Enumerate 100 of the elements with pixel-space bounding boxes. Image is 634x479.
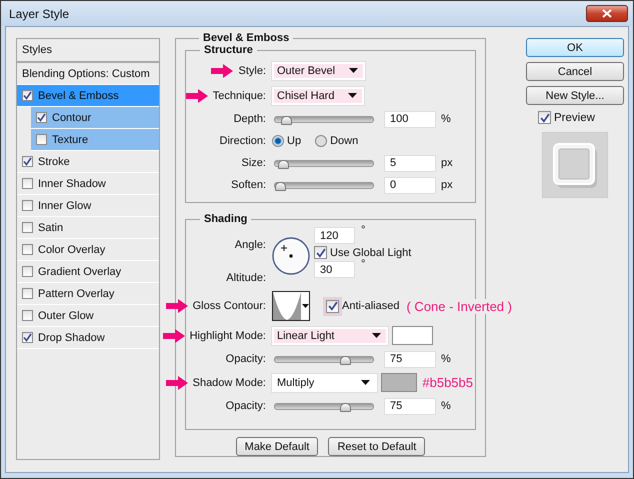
checkbox[interactable] <box>22 178 33 189</box>
close-icon <box>602 9 612 18</box>
field-label: Highlight Mode: <box>190 330 266 342</box>
angle-dial[interactable] <box>272 237 310 275</box>
color-swatch[interactable] <box>380 373 418 392</box>
slider-thumb[interactable] <box>340 402 350 412</box>
field-label: Altitude: <box>226 272 266 284</box>
field-label: Style: <box>238 64 266 76</box>
caret-icon <box>349 68 358 73</box>
radio-button[interactable]: Down <box>315 135 358 147</box>
field-label: Shadow Mode: <box>192 376 266 388</box>
style-preview <box>542 132 608 198</box>
unit-label: ° <box>361 224 366 236</box>
style-list-item[interactable]: Bevel & Emboss <box>17 85 159 107</box>
unit-label: px <box>441 179 453 191</box>
panel-header: Styles <box>22 44 52 56</box>
slider-track[interactable] <box>274 356 374 362</box>
unit-label: ° <box>361 258 366 270</box>
window-title: Layer Style <box>9 6 70 20</box>
caret-icon <box>372 333 381 338</box>
group-title: Bevel & Emboss <box>202 32 290 44</box>
checkbox[interactable] <box>22 332 33 343</box>
check-icon <box>540 112 550 122</box>
style-list-item[interactable]: Pattern Overlay <box>17 283 159 305</box>
check-icon <box>37 113 46 122</box>
input-field[interactable]: 5 <box>384 154 436 172</box>
dialog-button[interactable]: Make Default <box>236 437 318 456</box>
checkbox-label[interactable]: Use Global Light <box>314 246 412 259</box>
style-list-item[interactable]: Color Overlay <box>17 239 159 261</box>
annotation-text: #b5b5b5 <box>422 375 475 390</box>
slider-track[interactable] <box>274 182 374 188</box>
checkbox[interactable] <box>22 222 33 233</box>
style-list-item[interactable]: Drop Shadow <box>17 327 159 349</box>
caret-icon <box>348 93 358 98</box>
check-icon <box>316 248 326 258</box>
unit-label: % <box>441 353 451 365</box>
input-field[interactable]: 75 <box>384 398 436 414</box>
check-icon <box>23 157 32 166</box>
dialog-button[interactable]: Cancel <box>526 62 624 81</box>
checkbox-label[interactable]: Preview <box>538 111 595 124</box>
annotation-text: ( Cone - Inverted ) <box>406 298 514 314</box>
slider-track[interactable] <box>274 402 374 410</box>
radio-button[interactable]: Up <box>272 135 302 147</box>
field-label: Technique: <box>212 90 266 102</box>
close-button[interactable] <box>586 5 628 22</box>
dropdown[interactable]: Outer Bevel <box>272 62 366 80</box>
checkbox[interactable] <box>22 90 33 101</box>
field-label: Opacity: <box>226 353 266 365</box>
field-label: Angle: <box>234 239 266 251</box>
dialog-button[interactable]: OK <box>526 38 624 57</box>
contour-picker[interactable] <box>272 291 310 321</box>
slider-thumb[interactable] <box>275 182 286 190</box>
checkbox[interactable] <box>22 310 33 321</box>
dropdown[interactable]: Multiply <box>272 374 377 392</box>
field-label: Gloss Contour: <box>192 300 266 312</box>
dropdown[interactable]: Chisel Hard <box>272 86 364 104</box>
color-swatch[interactable] <box>392 326 433 345</box>
slider-thumb[interactable] <box>340 356 350 364</box>
unit-label: px <box>441 157 453 169</box>
input-field[interactable]: 100 <box>384 110 436 128</box>
input-field[interactable]: 75 <box>384 350 436 368</box>
checkbox[interactable] <box>22 288 33 299</box>
checkbox[interactable] <box>36 112 47 123</box>
style-list-item[interactable]: Inner Glow <box>17 195 159 217</box>
style-list-item[interactable]: Outer Glow <box>17 305 159 327</box>
field-label: Opacity: <box>226 400 266 412</box>
input-field[interactable]: 30 <box>314 261 355 278</box>
contour-curve-icon <box>273 292 301 320</box>
style-list-item[interactable]: Stroke <box>17 151 159 173</box>
checkbox[interactable] <box>22 200 33 211</box>
slider-thumb[interactable] <box>281 116 292 124</box>
check-icon <box>328 301 338 311</box>
dialog-button[interactable]: New Style... <box>526 86 624 105</box>
dialog-button[interactable]: Reset to Default <box>328 437 426 456</box>
field-label: Soften: <box>231 179 266 191</box>
check-icon <box>23 333 32 342</box>
caret-icon <box>302 304 309 308</box>
style-list-item[interactable]: Satin <box>17 217 159 239</box>
group-title: Shading <box>203 213 248 225</box>
checkbox[interactable] <box>36 134 47 145</box>
style-list-item[interactable]: Inner Shadow <box>17 173 159 195</box>
field-label: Direction: <box>220 135 266 147</box>
caret-icon <box>360 380 370 385</box>
slider-track[interactable] <box>274 160 374 166</box>
input-field[interactable]: 120 <box>314 227 355 244</box>
style-list-item[interactable]: Contour <box>31 107 159 129</box>
checkbox[interactable] <box>22 266 33 277</box>
check-icon <box>23 91 32 100</box>
checkbox[interactable] <box>22 244 33 255</box>
unit-label: % <box>441 113 451 125</box>
field-label: Size: <box>242 157 266 169</box>
slider-track[interactable] <box>274 116 374 122</box>
style-list-item[interactable]: Texture <box>31 129 159 151</box>
group-title: Structure <box>203 44 254 56</box>
checkbox[interactable] <box>22 156 33 167</box>
dropdown[interactable]: Linear Light <box>272 326 388 344</box>
input-field[interactable]: 0 <box>384 176 436 194</box>
style-list-item[interactable]: Gradient Overlay <box>17 261 159 283</box>
checkbox-label[interactable]: Anti-aliased <box>324 298 402 314</box>
slider-thumb[interactable] <box>278 160 289 168</box>
